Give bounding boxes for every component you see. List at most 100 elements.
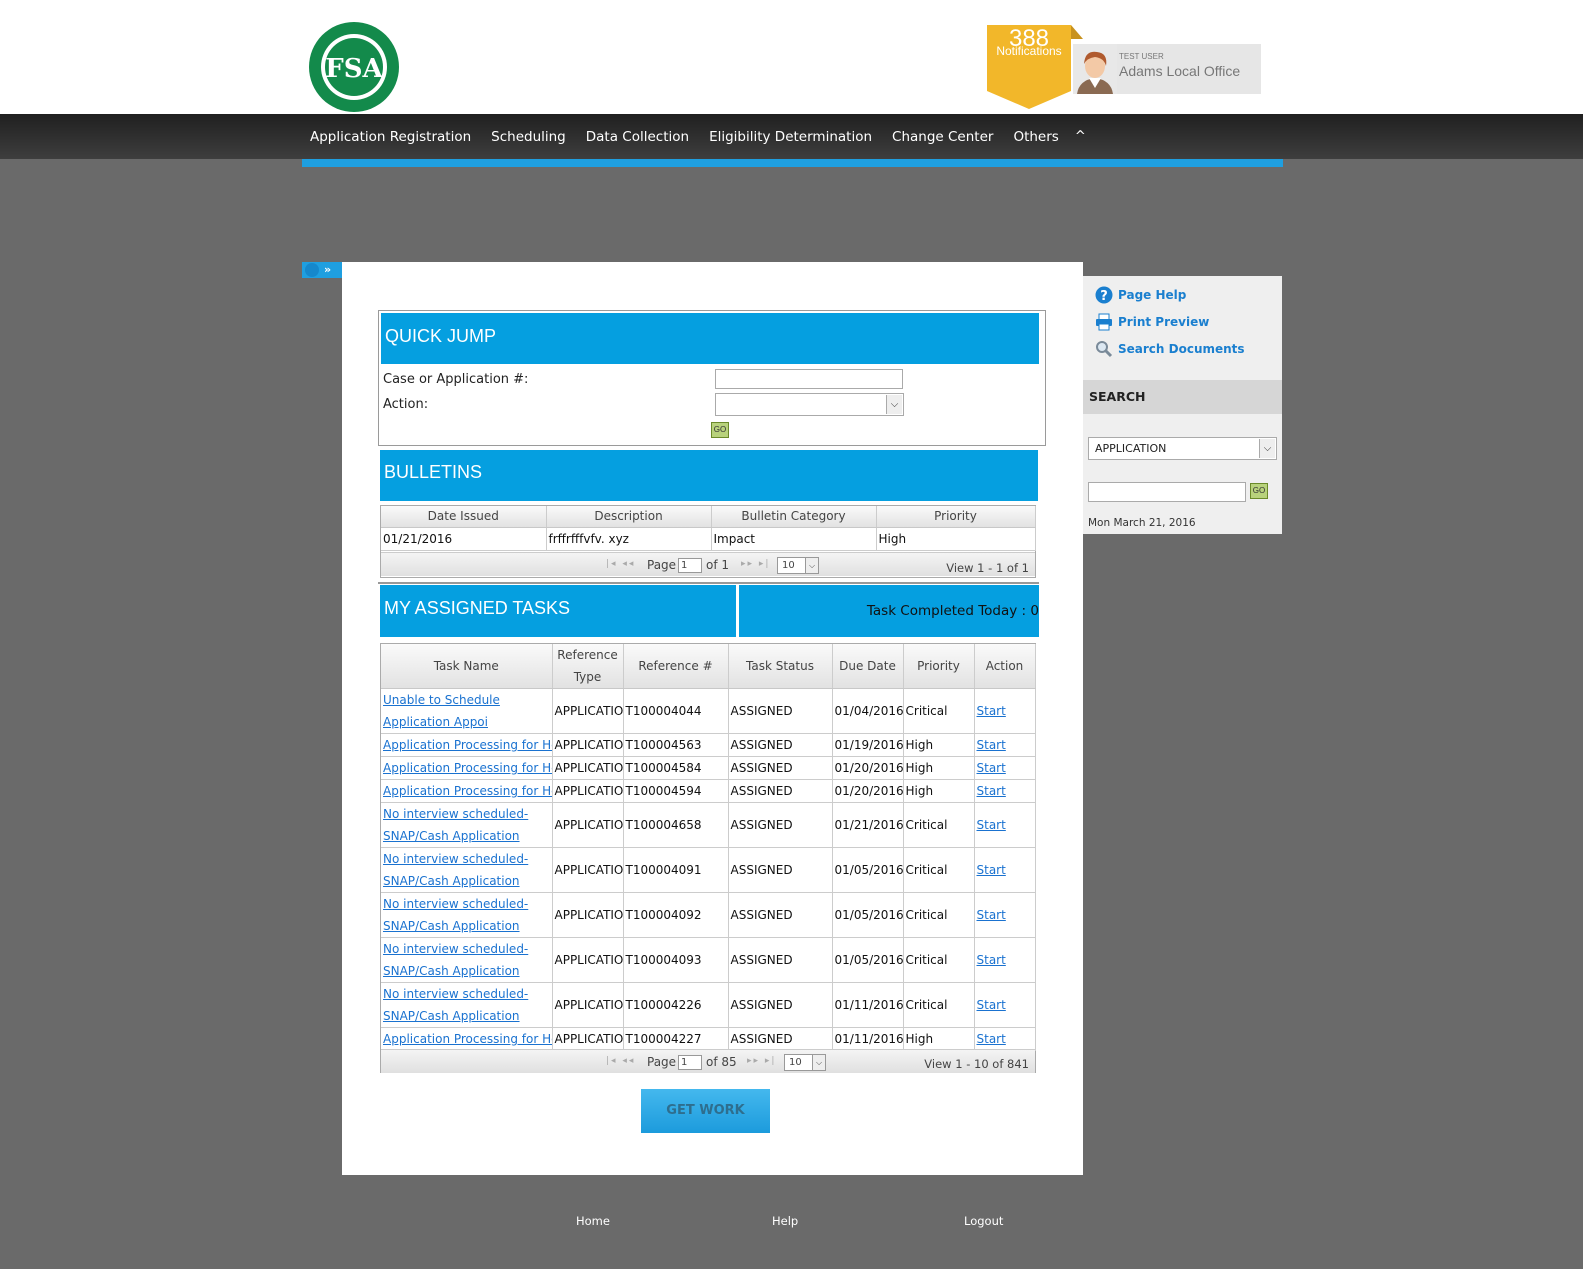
task-name-link[interactable]: Application Processing for Hea (383, 738, 551, 752)
task-completed-text: Task Completed Today : 0 (866, 603, 1039, 619)
search-go-button[interactable]: GO (1250, 483, 1268, 499)
footer-logout-link[interactable]: Logout (964, 1214, 1003, 1228)
fssa-logo[interactable]: FSA (307, 20, 401, 114)
task-status: ASSIGNED (728, 779, 833, 803)
task-start-link[interactable]: Start (977, 818, 1006, 832)
task-priority: Critical (903, 688, 975, 734)
search-documents-link[interactable]: Search Documents (1095, 339, 1245, 359)
chevron-down-icon: ⌵ (805, 558, 818, 573)
table-row[interactable]: 01/21/2016 frffrfffvfv. xyz Impact High (381, 527, 1036, 551)
bulletin-col-description[interactable]: Description (546, 506, 712, 528)
task-col-priority[interactable]: Priority (903, 644, 975, 689)
pager-view-summary: View 1 - 1 of 1 (946, 561, 1029, 575)
task-start-link[interactable]: Start (977, 761, 1006, 775)
action-label: Action: (383, 397, 429, 412)
table-row[interactable]: No interview scheduled- SNAP/Cash Applic… (381, 982, 1036, 1028)
task-start-link[interactable]: Start (977, 738, 1006, 752)
task-start-link[interactable]: Start (977, 784, 1006, 798)
nav-scheduling[interactable]: Scheduling (481, 129, 576, 145)
bulletin-date: 01/21/2016 (381, 527, 547, 551)
task-col-due-date[interactable]: Due Date (832, 644, 904, 689)
nav-application-registration[interactable]: Application Registration (300, 129, 481, 145)
bulletin-col-category[interactable]: Bulletin Category (711, 506, 877, 528)
table-row[interactable]: Application Processing for Hea APPLICATI… (381, 733, 1036, 757)
task-start-link[interactable]: Start (977, 998, 1006, 1012)
action-select[interactable]: ⌵ (715, 393, 904, 416)
quick-jump-panel: QUICK JUMP Case or Application #: Action… (378, 310, 1046, 446)
table-row[interactable]: No interview scheduled- SNAP/Cash Applic… (381, 937, 1036, 983)
case-number-input[interactable] (715, 369, 903, 389)
table-row[interactable]: Application Processing for Hea APPLICATI… (381, 756, 1036, 780)
task-reference-number: T100004044 (623, 688, 729, 734)
pager-next-last-icon[interactable]: ▸▸ ▸| (747, 1056, 776, 1066)
bulletin-description: frffrfffvfv. xyz (546, 527, 712, 551)
task-col-reference-number[interactable]: Reference # (623, 644, 729, 689)
pager-rows-select[interactable]: 10 ⌵ (777, 557, 819, 574)
bulletin-col-priority[interactable]: Priority (876, 506, 1036, 528)
task-priority: High (903, 779, 975, 803)
task-col-name[interactable]: Task Name (381, 644, 553, 689)
tasks-pager: |◂ ◂◂ Page 1 of 85 ▸▸ ▸| 10 ⌵ View 1 - 1… (381, 1049, 1035, 1073)
nav-others[interactable]: Others (1003, 129, 1068, 145)
table-row[interactable]: Application Processing for Hea APPLICATI… (381, 1027, 1036, 1051)
nav-change-center[interactable]: Change Center (882, 129, 1003, 145)
task-reference-number: T100004563 (623, 733, 729, 757)
nav-eligibility-determination[interactable]: Eligibility Determination (699, 129, 882, 145)
task-col-status[interactable]: Task Status (728, 644, 833, 689)
table-row[interactable]: No interview scheduled- SNAP/Cash Applic… (381, 802, 1036, 848)
task-start-link[interactable]: Start (977, 863, 1006, 877)
pager-first-prev-icon[interactable]: |◂ ◂◂ (606, 559, 635, 569)
table-row[interactable]: No interview scheduled- SNAP/Cash Applic… (381, 847, 1036, 893)
task-name-link[interactable]: Application Processing for Hea (383, 784, 551, 798)
table-row[interactable]: Unable to Schedule Application Appoi APP… (381, 688, 1036, 734)
search-type-select[interactable]: APPLICATION ⌵ (1088, 437, 1277, 460)
toggle-circle-icon (305, 263, 319, 277)
search-input[interactable] (1088, 482, 1246, 502)
task-name-link[interactable]: No interview scheduled- SNAP/Cash Applic… (383, 987, 528, 1023)
sidebar-toggle[interactable]: » (302, 262, 342, 278)
pager-page-label: Page (647, 558, 677, 572)
nav-caret-up-icon[interactable]: ^ (1069, 129, 1092, 144)
print-preview-link[interactable]: Print Preview (1095, 312, 1209, 332)
quick-jump-go-button[interactable]: GO (711, 422, 729, 438)
footer-help-link[interactable]: Help (772, 1214, 798, 1228)
task-start-link[interactable]: Start (977, 953, 1006, 967)
task-col-action[interactable]: Action (974, 644, 1036, 689)
task-due-date: 01/11/2016 (832, 982, 904, 1028)
task-priority: Critical (903, 982, 975, 1028)
user-profile[interactable]: TEST USER Adams Local Office (1073, 44, 1261, 94)
task-name-link[interactable]: Unable to Schedule Application Appoi (383, 693, 500, 729)
task-start-link[interactable]: Start (977, 1032, 1006, 1046)
pager-first-prev-icon[interactable]: |◂ ◂◂ (606, 1056, 635, 1066)
task-name-link[interactable]: No interview scheduled- SNAP/Cash Applic… (383, 852, 528, 888)
footer-home-link[interactable]: Home (576, 1214, 610, 1228)
table-row[interactable]: Application Processing for Hea APPLICATI… (381, 779, 1036, 803)
task-name-link[interactable]: No interview scheduled- SNAP/Cash Applic… (383, 807, 528, 843)
search-type-value: APPLICATION (1095, 442, 1167, 455)
get-work-button[interactable]: GET WORK (641, 1089, 770, 1133)
task-start-link[interactable]: Start (977, 704, 1006, 718)
task-reference-number: T100004093 (623, 937, 729, 983)
task-name-link[interactable]: Application Processing for Hea (383, 1032, 551, 1046)
table-row[interactable]: No interview scheduled- SNAP/Cash Applic… (381, 892, 1036, 938)
task-col-reference-type[interactable]: Reference Type (552, 644, 624, 689)
pager-page-input[interactable]: 1 (678, 558, 702, 573)
help-icon: ? (1095, 286, 1113, 304)
task-reference-number: T100004658 (623, 802, 729, 848)
pager-next-last-icon[interactable]: ▸▸ ▸| (741, 559, 770, 569)
task-priority: Critical (903, 892, 975, 938)
bulletins-grid: Date Issued Description Bulletin Categor… (380, 505, 1036, 578)
quick-jump-title: QUICK JUMP (381, 313, 1039, 364)
pager-rows-select[interactable]: 10 ⌵ (784, 1054, 826, 1071)
task-start-link[interactable]: Start (977, 908, 1006, 922)
task-name-link[interactable]: Application Processing for Hea (383, 761, 551, 775)
nav-data-collection[interactable]: Data Collection (576, 129, 699, 145)
task-name-link[interactable]: No interview scheduled- SNAP/Cash Applic… (383, 897, 528, 933)
task-due-date: 01/05/2016 (832, 892, 904, 938)
page-help-link[interactable]: ? Page Help (1095, 285, 1186, 305)
notifications-badge[interactable]: 388 Notifications (987, 25, 1083, 109)
task-name-link[interactable]: No interview scheduled- SNAP/Cash Applic… (383, 942, 528, 978)
pager-page-input[interactable]: 1 (678, 1055, 702, 1070)
task-priority: Critical (903, 937, 975, 983)
bulletin-col-date[interactable]: Date Issued (381, 506, 547, 528)
